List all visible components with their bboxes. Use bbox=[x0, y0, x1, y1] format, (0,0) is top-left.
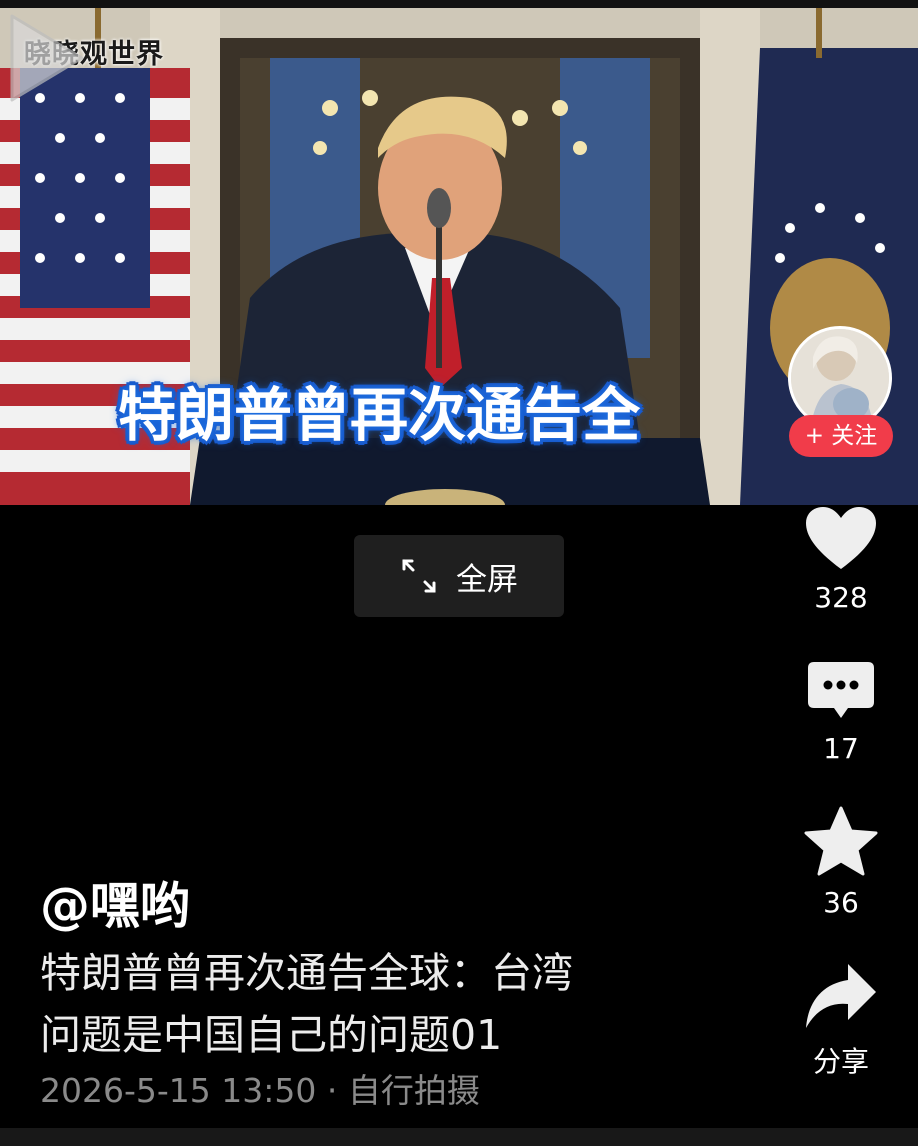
bottom-strip bbox=[0, 1128, 918, 1146]
fullscreen-button[interactable]: 全屏 bbox=[354, 535, 564, 617]
comment-icon bbox=[808, 662, 874, 718]
like-count: 328 bbox=[814, 581, 868, 614]
avatar-image bbox=[791, 329, 889, 427]
share-label: 分享 bbox=[812, 1045, 869, 1078]
favorite-button[interactable]: 36 bbox=[795, 806, 887, 919]
post-meta: 2026-5-15 13:50 · 自行拍摄 bbox=[40, 1071, 480, 1110]
share-icon bbox=[806, 964, 876, 1028]
comment-count: 17 bbox=[823, 732, 859, 765]
fullscreen-label: 全屏 bbox=[456, 561, 518, 598]
author-name[interactable]: @嘿哟 bbox=[40, 866, 190, 938]
follow-button[interactable]: + 关注 bbox=[789, 415, 893, 457]
like-button[interactable]: 328 bbox=[795, 505, 887, 614]
favorite-count: 36 bbox=[823, 886, 859, 919]
share-button[interactable]: 分享 bbox=[795, 962, 887, 1080]
play-icon[interactable] bbox=[0, 8, 90, 108]
status-strip bbox=[0, 0, 918, 8]
heart-icon bbox=[806, 507, 876, 569]
description-line: 问题是中国自己的问题01 bbox=[40, 1011, 503, 1059]
video-subtitle: 特朗普曾再次通告全 bbox=[118, 381, 641, 449]
expand-icon bbox=[402, 559, 436, 593]
star-icon bbox=[804, 806, 878, 876]
comment-button[interactable]: 17 bbox=[795, 660, 887, 765]
description-line: 特朗普曾再次通告全球：台湾 bbox=[40, 949, 573, 997]
video-player[interactable]: 晓晓观世界 特朗普曾再次通告全 bbox=[0, 8, 918, 505]
post-description: 特朗普曾再次通告全球：台湾 问题是中国自己的问题01 bbox=[40, 942, 740, 1066]
